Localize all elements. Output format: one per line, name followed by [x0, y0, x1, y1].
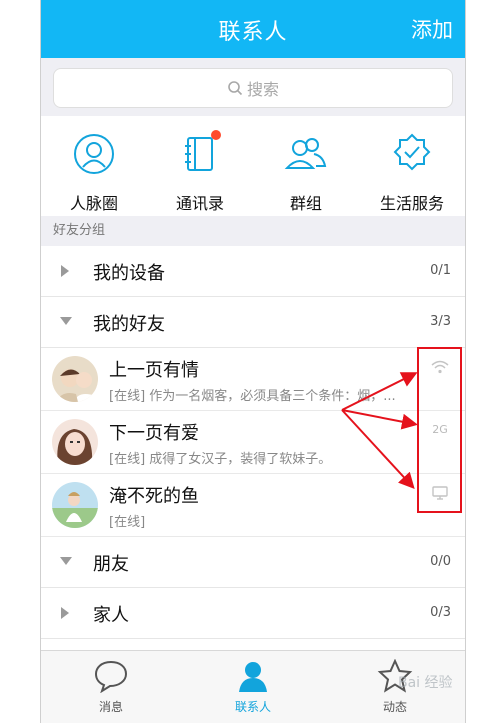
annotation-highlight-box: [417, 347, 462, 513]
watermark: Bai 经验: [398, 675, 453, 691]
